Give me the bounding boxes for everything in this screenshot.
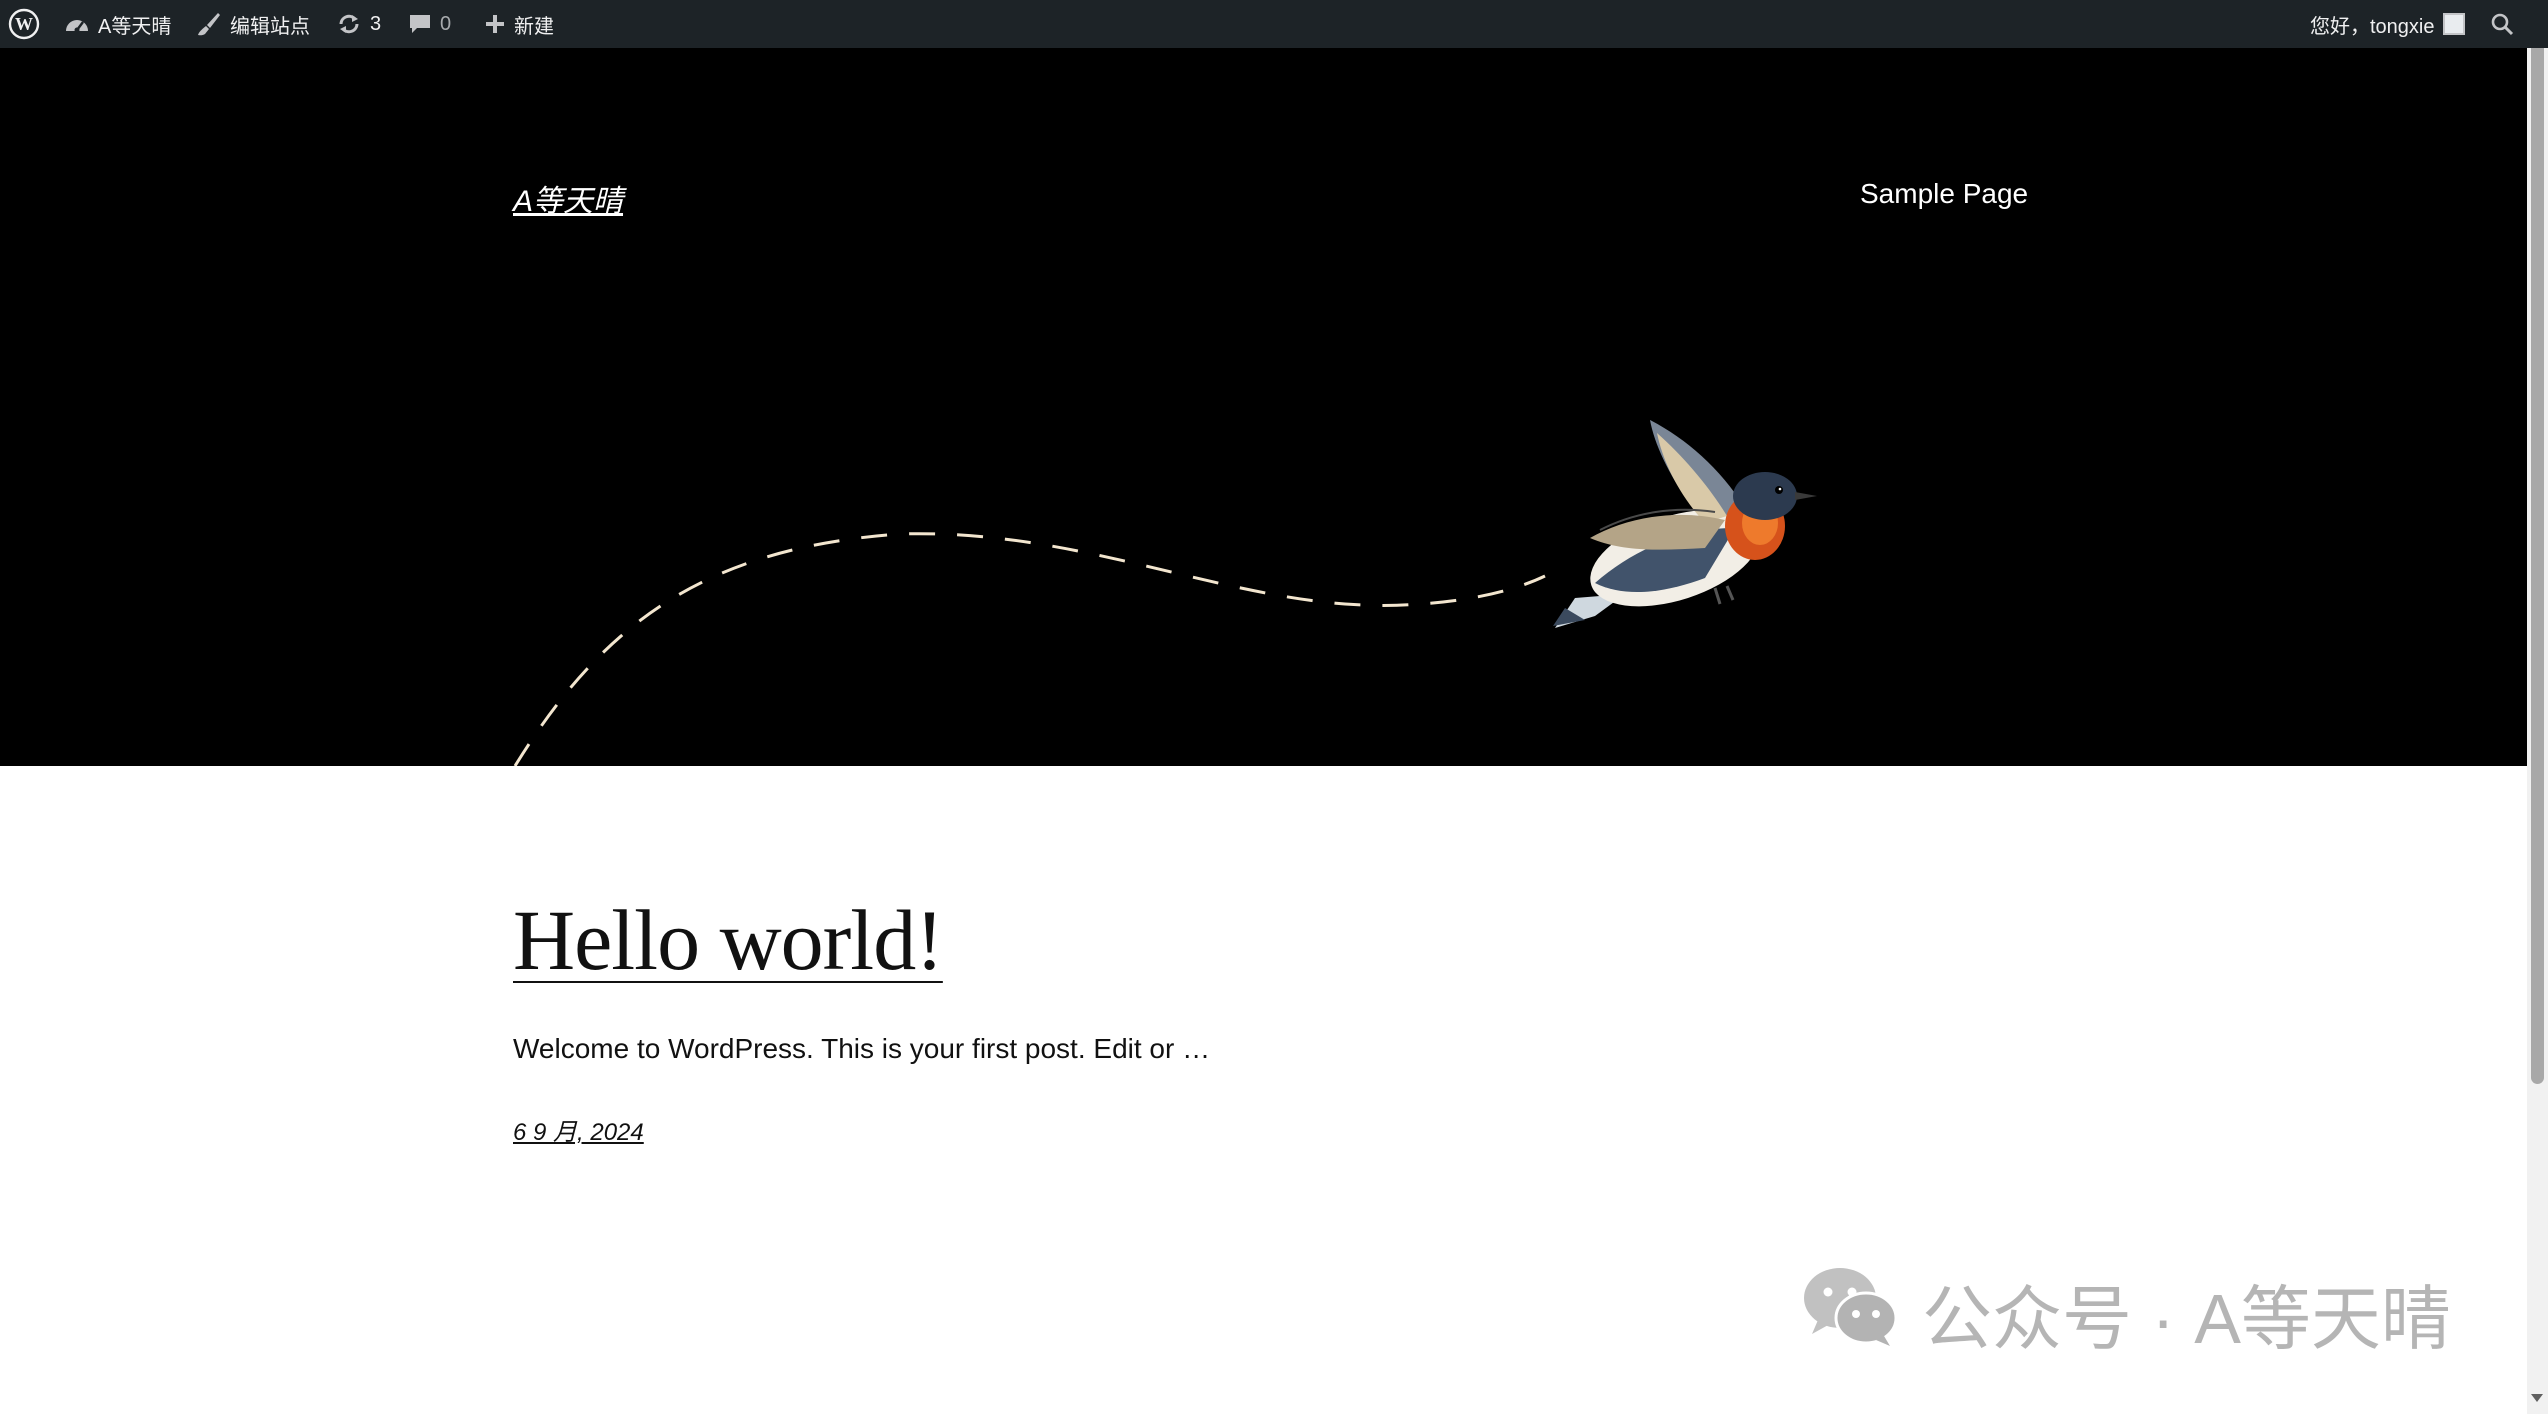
scroll-down-arrow-icon[interactable] (2531, 1394, 2543, 1402)
hero-illustration (513, 420, 1817, 766)
wordpress-logo-button[interactable]: W (8, 0, 40, 48)
wordpress-logo-icon: W (8, 8, 40, 40)
watermark-text: 公众号 · A等天晴 (1922, 1279, 2451, 1358)
plus-icon (484, 13, 506, 35)
bird-illustration (1553, 420, 1817, 628)
edit-site-button[interactable]: 编辑站点 (196, 0, 310, 48)
comments-button[interactable]: 0 (408, 0, 451, 48)
search-icon (2490, 12, 2514, 36)
brush-icon (196, 11, 222, 37)
watermark: 公众号 · A等天晴 (1800, 1268, 2451, 1358)
site-name-menu[interactable]: A等天晴 (64, 0, 171, 48)
new-content-button[interactable]: 新建 (484, 0, 554, 48)
dashboard-icon (64, 13, 90, 35)
admin-bar: W A等天晴 编辑站点 3 0 新建 您好，tongxie (0, 0, 2548, 48)
avatar (2442, 13, 2465, 35)
account-menu[interactable]: 您好，tongxie (2310, 0, 2465, 48)
refresh-icon (336, 12, 362, 36)
flight-path (513, 532, 1546, 766)
search-button[interactable] (2490, 0, 2514, 48)
edit-site-label: 编辑站点 (230, 15, 310, 38)
comment-icon (408, 12, 432, 36)
post-title-link[interactable]: Hello world! (513, 890, 944, 990)
scroll-thumb[interactable] (2531, 34, 2544, 1084)
greeting-label: 您好，tongxie (2310, 15, 2435, 38)
post-date-link[interactable]: 6 9 月, 2024 (513, 1112, 644, 1147)
updates-button[interactable]: 3 (336, 0, 381, 48)
updates-count: 3 (370, 12, 382, 35)
post-excerpt: Welcome to WordPress. This is your first… (513, 1033, 1211, 1064)
site-header: A等天晴 Sample Page (0, 48, 2527, 766)
new-content-label: 新建 (514, 15, 554, 38)
svg-text:W: W (15, 14, 33, 34)
vertical-scrollbar[interactable] (2527, 0, 2548, 1414)
comments-count: 0 (440, 12, 452, 35)
wechat-icon (1800, 1262, 1900, 1364)
site-name-label: A等天晴 (98, 15, 172, 38)
